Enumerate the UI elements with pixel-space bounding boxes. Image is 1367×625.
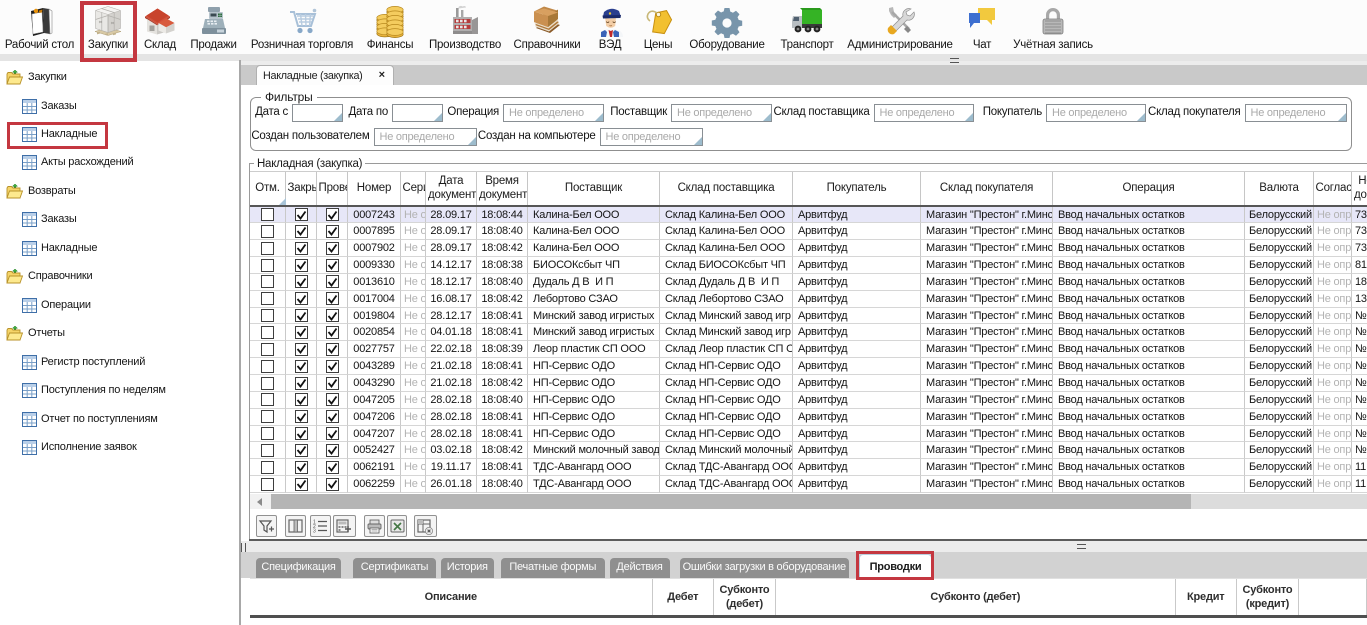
svg-text:3: 3: [313, 529, 316, 535]
